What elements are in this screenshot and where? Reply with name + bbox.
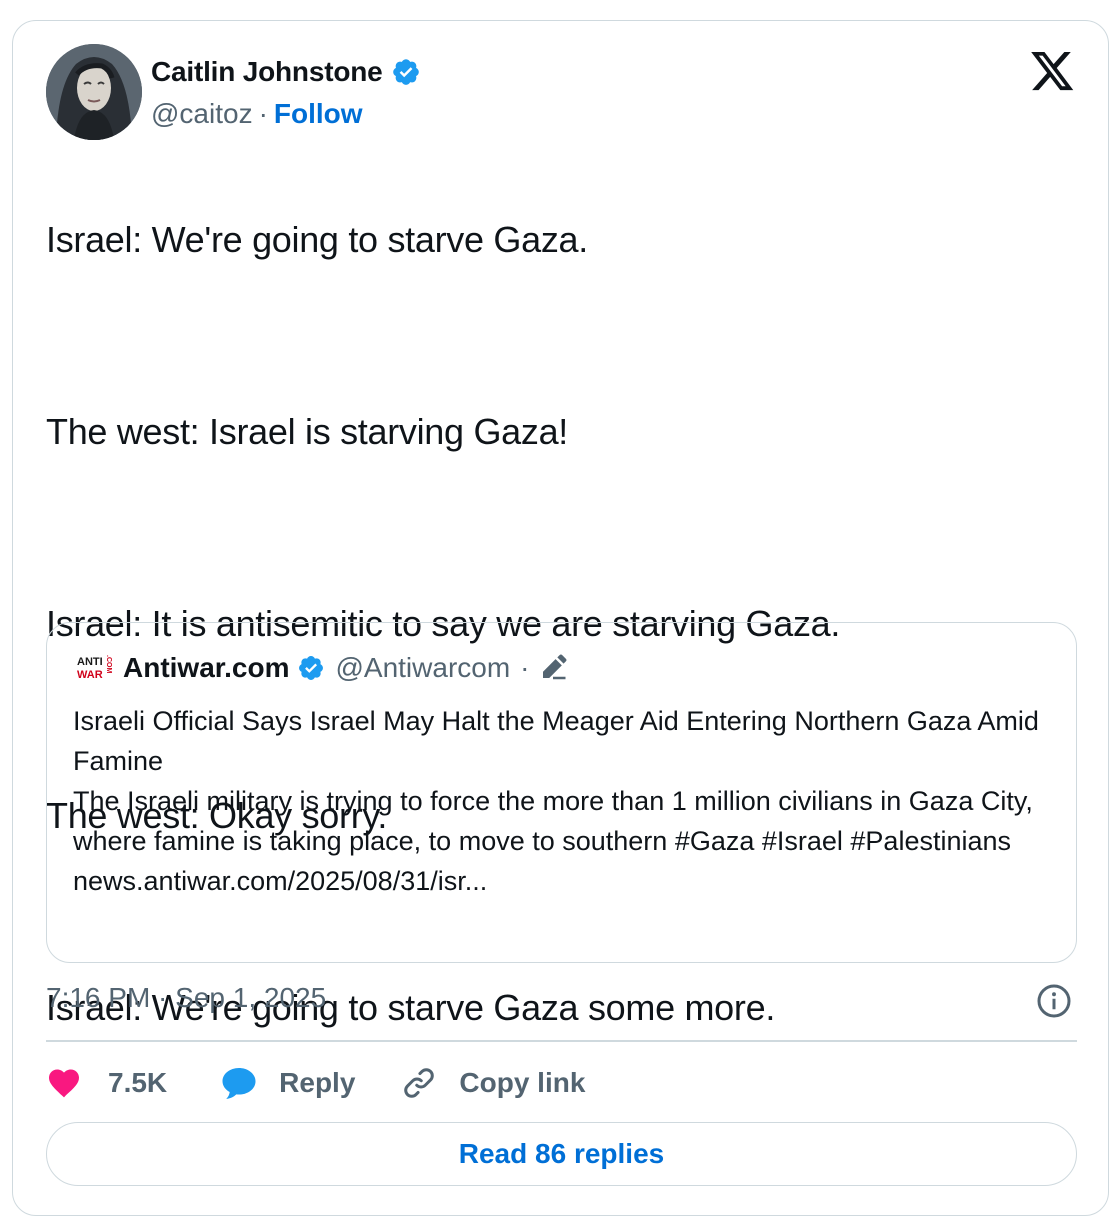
tweet-line: Israel: We're going to starve Gaza. xyxy=(46,219,588,260)
antiwar-logo-icon: ANTI WAR .COM xyxy=(77,655,112,681)
quoted-tweet[interactable]: ANTI WAR .COM Antiwar.com @Antiwarcom · … xyxy=(46,622,1077,963)
avatar-portrait xyxy=(46,44,142,140)
author-name[interactable]: Caitlin Johnstone xyxy=(151,56,383,88)
quoted-link[interactable]: news.antiwar.com/2025/08/31/isr... xyxy=(73,861,1043,901)
author-handle-row: @caitoz · Follow xyxy=(151,98,363,130)
action-bar: 7.5K Reply Copy link xyxy=(46,1060,585,1106)
info-icon[interactable] xyxy=(1036,983,1072,1019)
verified-badge-icon xyxy=(299,656,324,680)
quoted-author-name[interactable]: Antiwar.com xyxy=(123,652,289,684)
reply-bubble-icon xyxy=(222,1068,256,1099)
heart-icon xyxy=(49,1069,79,1098)
author-name-row: Caitlin Johnstone xyxy=(151,56,421,88)
follow-button[interactable]: Follow xyxy=(274,98,363,130)
logo-text-top: ANTI xyxy=(77,656,103,668)
read-replies-button[interactable]: Read 86 replies xyxy=(46,1122,1077,1186)
like-count: 7.5K xyxy=(108,1067,168,1098)
tweet-timestamp[interactable]: 7:16 PM · Sep 1, 2025 xyxy=(46,982,326,1014)
quoted-headline: Israeli Official Says Israel May Halt th… xyxy=(73,706,1039,776)
quoted-tweet-header: ANTI WAR .COM Antiwar.com @Antiwarcom · xyxy=(75,651,568,685)
author-handle[interactable]: @caitoz xyxy=(151,98,253,130)
tweet-line: The west: Israel is starving Gaza! xyxy=(46,411,568,452)
quoted-body: The Israeli military is trying to force … xyxy=(73,786,1033,856)
handle-separator: · xyxy=(258,98,268,129)
like-button[interactable]: 7.5K xyxy=(46,1065,167,1101)
quoted-tweet-text: Israeli Official Says Israel May Halt th… xyxy=(73,701,1043,901)
read-replies-label: Read 86 replies xyxy=(458,1138,665,1169)
quoted-author-handle[interactable]: @Antiwarcom xyxy=(335,652,510,684)
reply-label: Reply xyxy=(279,1067,356,1098)
quoted-separator: · xyxy=(520,652,530,683)
divider xyxy=(46,1040,1077,1042)
logo-text-bottom: WAR xyxy=(77,669,103,681)
x-logo-icon[interactable] xyxy=(1030,52,1076,92)
copy-link-label: Copy link xyxy=(459,1067,586,1098)
link-icon xyxy=(404,1068,435,1098)
logo-text-side: .COM xyxy=(105,655,112,673)
reply-button[interactable]: Reply xyxy=(219,1065,355,1101)
copy-link-button[interactable]: Copy link xyxy=(401,1065,585,1101)
verified-badge-icon xyxy=(392,59,419,85)
avatar[interactable] xyxy=(46,44,142,140)
edit-pencil-icon xyxy=(542,654,566,680)
